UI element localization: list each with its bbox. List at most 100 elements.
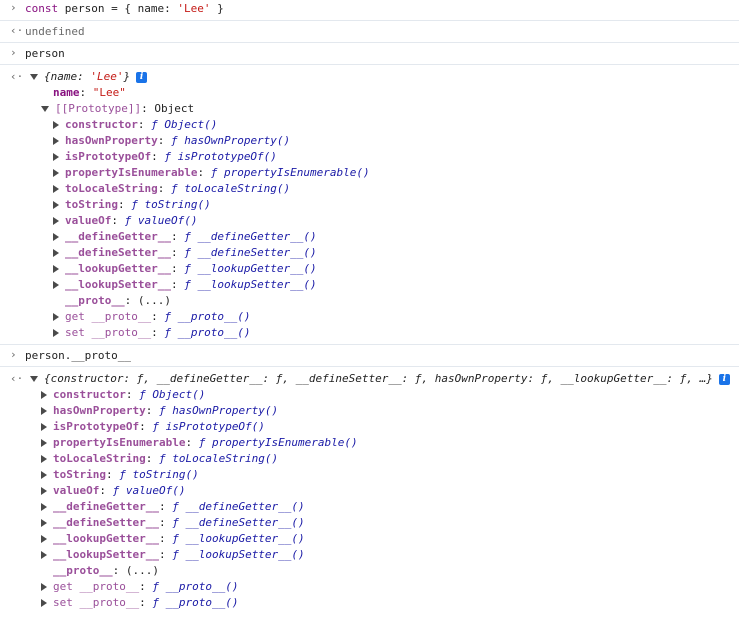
prototype-member-row[interactable]: isPrototypeOf: ƒ isPrototypeOf() — [30, 419, 730, 435]
member-value: ƒ __lookupSetter__() — [172, 548, 305, 561]
object-summary[interactable]: {constructor: ƒ, __defineGetter__: ƒ, __… — [30, 371, 730, 387]
prototype-member-row[interactable]: __lookupSetter__: ƒ __lookupSetter__() — [30, 547, 730, 563]
member-value: ƒ hasOwnProperty() — [170, 134, 291, 147]
member-value: ƒ toString() — [131, 198, 211, 211]
summary-text: {name: — [44, 70, 91, 83]
member-colon: : — [170, 262, 185, 275]
expand-triangle-icon[interactable] — [53, 249, 59, 257]
expand-triangle-icon[interactable] — [41, 487, 47, 495]
expand-triangle-icon[interactable] — [41, 439, 47, 447]
member-colon: : — [105, 468, 120, 481]
expand-triangle-icon[interactable] — [41, 503, 47, 511]
prototype-member-row[interactable]: __lookupGetter__: ƒ __lookupGetter__() — [30, 261, 370, 277]
prototype-member-row[interactable]: __defineSetter__: ƒ __defineSetter__() — [30, 245, 370, 261]
console-command[interactable]: person — [25, 46, 65, 62]
member-value: ƒ hasOwnProperty() — [158, 404, 279, 417]
expand-triangle-icon[interactable] — [41, 423, 47, 431]
info-icon[interactable]: i — [136, 71, 148, 83]
expand-triangle-icon[interactable] — [53, 169, 59, 177]
expand-triangle-icon[interactable] — [53, 153, 59, 161]
setter-row[interactable]: set __proto__: ƒ __proto__() — [30, 595, 730, 611]
result-value: undefined — [25, 25, 85, 38]
expand-triangle-icon[interactable] — [53, 233, 59, 241]
object-summary[interactable]: {name: 'Lee'} i — [30, 69, 370, 85]
prototype-member-row[interactable]: toString: ƒ toString() — [30, 197, 370, 213]
prototype-member-row[interactable]: valueOf: ƒ valueOf() — [30, 213, 370, 229]
prototype-member-row[interactable]: __defineSetter__: ƒ __defineSetter__() — [30, 515, 730, 531]
setter-row[interactable]: set __proto__: ƒ __proto__() — [30, 325, 370, 341]
member-value: ƒ valueOf() — [112, 484, 186, 497]
expand-triangle-icon[interactable] — [53, 121, 59, 129]
expand-triangle-icon[interactable] — [41, 583, 47, 591]
console-command[interactable]: const person = { name: 'Lee' } — [25, 1, 224, 17]
result-arrow-icon: ‹· — [10, 372, 24, 385]
expand-triangle-icon[interactable] — [41, 599, 47, 607]
expand-triangle-icon[interactable] — [41, 455, 47, 463]
info-icon[interactable]: i — [718, 373, 730, 385]
member-value[interactable]: (...) — [126, 564, 159, 577]
expand-triangle-icon[interactable] — [41, 551, 47, 559]
prototype-row[interactable]: [[Prototype]]: Object — [30, 101, 370, 117]
getter-row[interactable]: get __proto__: ƒ __proto__() — [30, 309, 370, 325]
prototype-members: constructor: ƒ Object() hasOwnProperty: ƒ… — [30, 387, 730, 611]
summary-text: {constructor: ƒ, __defineGetter__: ƒ, __… — [44, 372, 713, 385]
member-value: ƒ __defineSetter__() — [172, 516, 305, 529]
expand-triangle-icon[interactable] — [30, 376, 38, 382]
member-key: isPrototypeOf — [65, 150, 152, 163]
expand-triangle-icon[interactable] — [53, 329, 59, 337]
expand-triangle-icon[interactable] — [53, 201, 59, 209]
proto-accessor-row[interactable]: __proto__: (...) — [30, 563, 730, 579]
member-key: get __proto__ — [53, 580, 140, 593]
expand-triangle-icon[interactable] — [41, 471, 47, 479]
expand-triangle-icon[interactable] — [41, 535, 47, 543]
member-key: toString — [65, 198, 118, 211]
getter-row[interactable]: get __proto__: ƒ __proto__() — [30, 579, 730, 595]
expand-triangle-icon[interactable] — [41, 519, 47, 527]
console-command[interactable]: person.__proto__ — [25, 348, 131, 364]
member-key: __defineGetter__ — [65, 230, 171, 243]
expand-triangle-icon[interactable] — [53, 137, 59, 145]
expand-triangle-icon[interactable] — [41, 407, 47, 415]
member-key: set __proto__ — [65, 326, 152, 339]
member-key: __proto__ — [65, 294, 125, 307]
prototype-member-row[interactable]: constructor: ƒ Object() — [30, 117, 370, 133]
member-colon: : — [185, 436, 199, 449]
code-text: person = { name: — [58, 2, 178, 15]
expand-triangle-icon[interactable] — [41, 106, 49, 112]
prototype-member-row[interactable]: __lookupGetter__: ƒ __lookupGetter__() — [30, 531, 730, 547]
member-key: __defineSetter__ — [53, 516, 159, 529]
member-key: isPrototypeOf — [53, 420, 140, 433]
expand-triangle-icon[interactable] — [30, 74, 38, 80]
prototype-member-row[interactable]: constructor: ƒ Object() — [30, 387, 730, 403]
expand-triangle-icon[interactable] — [53, 313, 59, 321]
expand-triangle-icon[interactable] — [53, 265, 59, 273]
prototype-member-row[interactable]: toLocaleString: ƒ toLocaleString() — [30, 181, 370, 197]
member-key: __proto__ — [53, 564, 113, 577]
console-result-entry: ‹· undefined — [0, 21, 739, 43]
prototype-member-row[interactable]: toLocaleString: ƒ toLocaleString() — [30, 451, 730, 467]
prototype-member-row[interactable]: propertyIsEnumerable: ƒ propertyIsEnumer… — [30, 435, 730, 451]
member-colon: : — [158, 532, 173, 545]
member-key: __lookupSetter__ — [53, 548, 159, 561]
member-value: ƒ toString() — [119, 468, 199, 481]
prototype-member-row[interactable]: valueOf: ƒ valueOf() — [30, 483, 730, 499]
prototype-member-row[interactable]: propertyIsEnumerable: ƒ propertyIsEnumer… — [30, 165, 370, 181]
summary-string: 'Lee' — [90, 70, 124, 83]
member-value: ƒ __proto__() — [164, 310, 251, 323]
prototype-member-row[interactable]: __defineGetter__: ƒ __defineGetter__() — [30, 229, 370, 245]
property-key: name — [53, 86, 80, 99]
expand-triangle-icon[interactable] — [41, 391, 47, 399]
proto-accessor-row[interactable]: __proto__: (...) — [30, 293, 370, 309]
prototype-member-row[interactable]: __defineGetter__: ƒ __defineGetter__() — [30, 499, 730, 515]
prototype-member-row[interactable]: hasOwnProperty: ƒ hasOwnProperty() — [30, 403, 730, 419]
expand-triangle-icon[interactable] — [53, 281, 59, 289]
member-value[interactable]: (...) — [138, 294, 171, 307]
prototype-member-row[interactable]: __lookupSetter__: ƒ __lookupSetter__() — [30, 277, 370, 293]
expand-triangle-icon[interactable] — [53, 217, 59, 225]
member-colon: : — [197, 166, 211, 179]
prototype-member-row[interactable]: toString: ƒ toString() — [30, 467, 730, 483]
prototype-member-row[interactable]: isPrototypeOf: ƒ isPrototypeOf() — [30, 149, 370, 165]
member-key: propertyIsEnumerable — [65, 166, 198, 179]
expand-triangle-icon[interactable] — [53, 185, 59, 193]
prototype-member-row[interactable]: hasOwnProperty: ƒ hasOwnProperty() — [30, 133, 370, 149]
